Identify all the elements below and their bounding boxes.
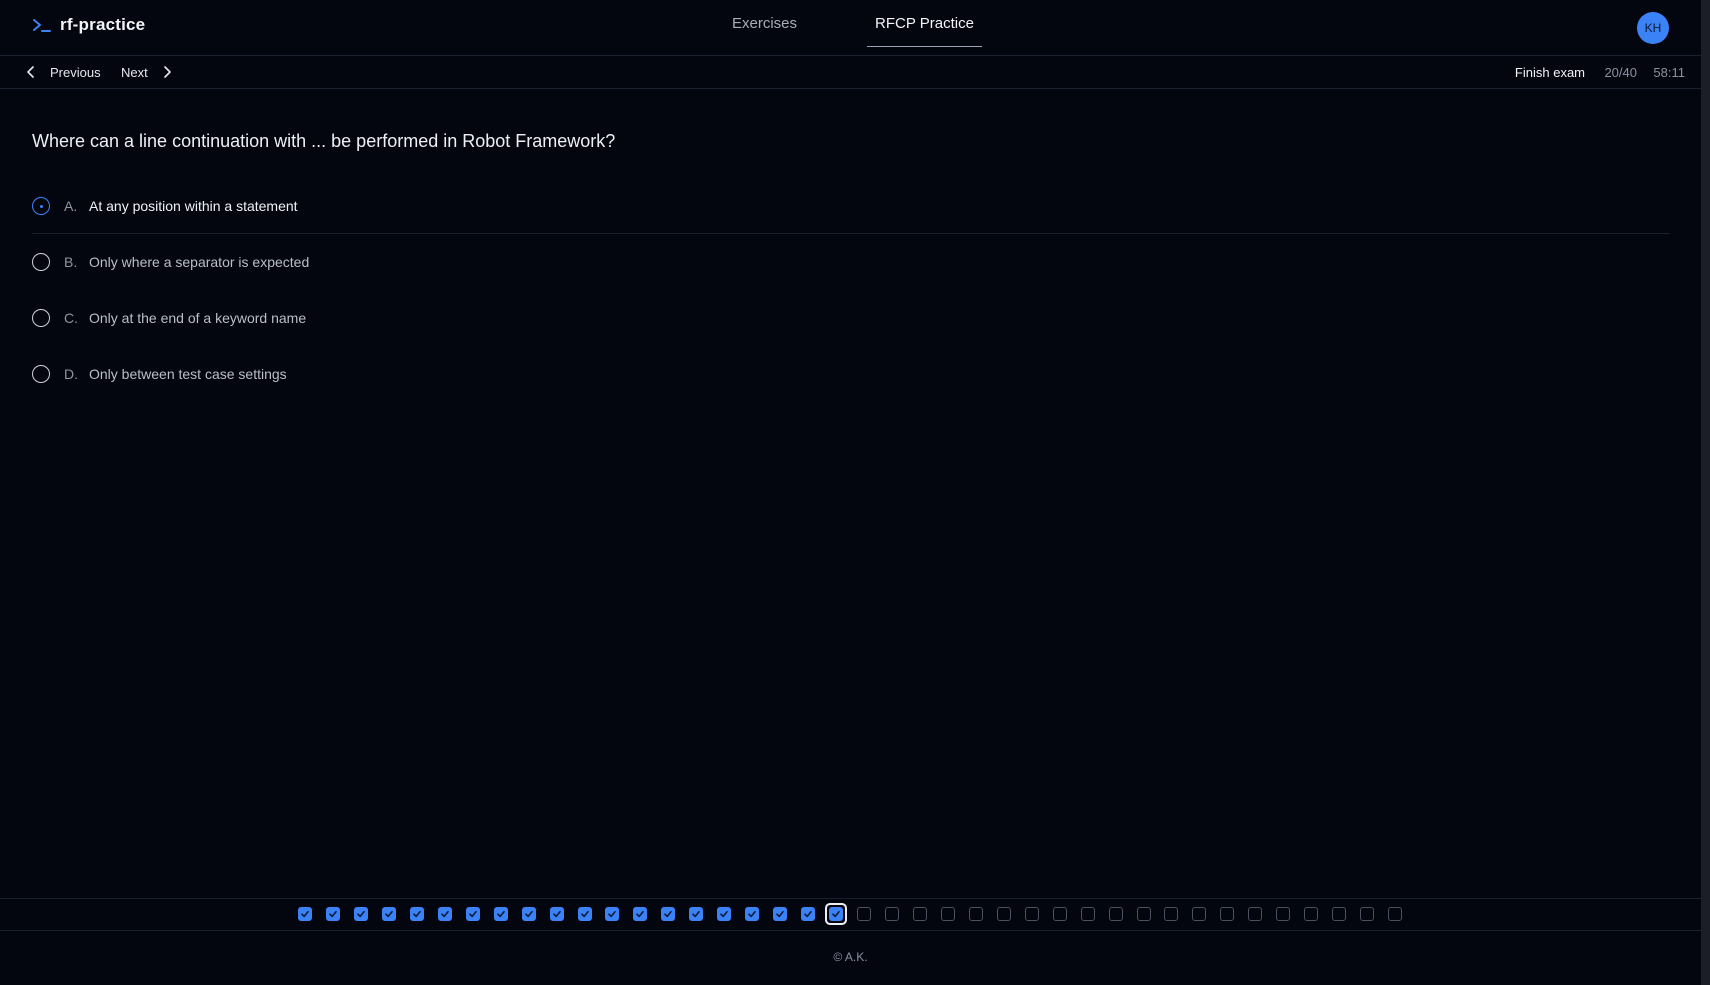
- user-avatar[interactable]: KH: [1637, 12, 1669, 44]
- question-text: Where can a line continuation with ... b…: [32, 131, 616, 151]
- next-button[interactable]: Next: [121, 56, 172, 88]
- check-icon: [300, 909, 310, 919]
- question-box-3[interactable]: [353, 907, 368, 921]
- question-box-37[interactable]: [1304, 907, 1319, 921]
- answer-options: A. At any position within a statement B.…: [32, 194, 1670, 402]
- question-box-26[interactable]: [996, 907, 1011, 921]
- question-box-21[interactable]: [857, 907, 871, 921]
- chevron-right-icon: [162, 66, 172, 78]
- check-icon: [635, 909, 645, 919]
- check-icon: [803, 909, 813, 919]
- question-box-4[interactable]: [381, 907, 396, 921]
- question-box-7[interactable]: [465, 907, 480, 921]
- check-icon: [691, 909, 701, 919]
- question-box-17[interactable]: [745, 907, 760, 921]
- question-box-31[interactable]: [1136, 907, 1151, 921]
- check-icon: [552, 909, 562, 919]
- question-box-40[interactable]: [1388, 907, 1403, 921]
- previous-label: Previous: [50, 64, 101, 80]
- question-box-19[interactable]: [801, 907, 816, 921]
- radio-icon[interactable]: [32, 309, 50, 327]
- footer-copyright: © A.K.: [833, 950, 868, 964]
- exam-toolbar: Previous Next Finish exam 20/40 58:11: [0, 56, 1701, 89]
- question-box-39[interactable]: [1360, 907, 1375, 921]
- option-a[interactable]: A. At any position within a statement: [32, 178, 1670, 234]
- option-text: Only at the end of a keyword name: [89, 310, 307, 326]
- question-box-27[interactable]: [1024, 907, 1039, 921]
- option-d[interactable]: D. Only between test case settings: [32, 346, 1670, 402]
- question-box-35[interactable]: [1248, 907, 1263, 921]
- question-box-10[interactable]: [549, 907, 564, 921]
- option-text: At any position within a statement: [89, 198, 298, 214]
- question-box-25[interactable]: [968, 907, 983, 921]
- option-text: Only between test case settings: [89, 366, 287, 382]
- check-icon: [440, 909, 450, 919]
- check-icon: [384, 909, 394, 919]
- check-icon: [747, 909, 757, 919]
- option-letter: B.: [64, 254, 78, 270]
- question-box-1[interactable]: [298, 907, 312, 921]
- question-box-20[interactable]: [825, 903, 848, 925]
- finish-exam-button[interactable]: Finish exam: [1515, 56, 1585, 88]
- tab-rfcp-practice[interactable]: RFCP Practice: [867, 0, 982, 47]
- check-icon: [356, 909, 366, 919]
- question-box-24[interactable]: [940, 907, 955, 921]
- brand-link[interactable]: rf-practice: [32, 15, 145, 35]
- radio-icon[interactable]: [32, 253, 50, 271]
- check-icon: [524, 909, 534, 919]
- previous-button[interactable]: Previous: [26, 56, 101, 88]
- question-box-36[interactable]: [1276, 907, 1291, 921]
- tab-exercises[interactable]: Exercises: [724, 0, 805, 47]
- app-root: rf-practice Exercises RFCP Practice KH P…: [0, 0, 1710, 985]
- question-box-11[interactable]: [577, 907, 592, 921]
- question-box-15[interactable]: [689, 907, 704, 921]
- question-box-22[interactable]: [884, 907, 899, 921]
- question-box-30[interactable]: [1108, 907, 1123, 921]
- question-box-32[interactable]: [1164, 907, 1179, 921]
- question-navigator: [0, 898, 1701, 931]
- terminal-icon: [32, 15, 52, 35]
- question-box-9[interactable]: [521, 907, 536, 921]
- check-icon: [496, 909, 506, 919]
- check-icon: [775, 909, 785, 919]
- question-box-18[interactable]: [773, 907, 788, 921]
- option-c[interactable]: C. Only at the end of a keyword name: [32, 290, 1670, 346]
- question-box-2[interactable]: [325, 907, 340, 921]
- question-box-38[interactable]: [1332, 907, 1347, 921]
- next-label: Next: [121, 64, 148, 80]
- option-letter: C.: [64, 310, 78, 326]
- exam-timer: 58:11: [1653, 64, 1685, 80]
- check-icon: [328, 909, 338, 919]
- top-header: rf-practice Exercises RFCP Practice KH: [0, 0, 1701, 56]
- check-icon: [607, 909, 617, 919]
- chevron-left-icon: [26, 66, 36, 78]
- check-icon: [829, 907, 844, 921]
- check-icon: [412, 909, 422, 919]
- question-box-14[interactable]: [661, 907, 676, 921]
- scrollbar[interactable]: [1701, 0, 1710, 985]
- question-box-23[interactable]: [912, 907, 927, 921]
- radio-icon[interactable]: [32, 365, 50, 383]
- check-icon: [580, 909, 590, 919]
- question-box-33[interactable]: [1192, 907, 1207, 921]
- question-box-34[interactable]: [1220, 907, 1235, 921]
- question-box-16[interactable]: [717, 907, 732, 921]
- option-letter: D.: [64, 366, 78, 382]
- check-icon: [719, 909, 729, 919]
- radio-selected-icon[interactable]: [32, 197, 50, 215]
- option-text: Only where a separator is expected: [89, 254, 310, 270]
- question-box-13[interactable]: [633, 907, 648, 921]
- question-box-8[interactable]: [493, 907, 508, 921]
- check-icon: [468, 909, 478, 919]
- question-box-12[interactable]: [605, 907, 620, 921]
- progress-counter: 20/40: [1604, 64, 1637, 80]
- option-b[interactable]: B. Only where a separator is expected: [32, 234, 1670, 290]
- question-box-29[interactable]: [1080, 907, 1095, 921]
- question-box-5[interactable]: [409, 907, 424, 921]
- question-box-28[interactable]: [1052, 907, 1067, 921]
- question-box-6[interactable]: [437, 907, 452, 921]
- brand-name: rf-practice: [60, 15, 146, 34]
- check-icon: [663, 909, 673, 919]
- option-letter: A.: [64, 198, 78, 214]
